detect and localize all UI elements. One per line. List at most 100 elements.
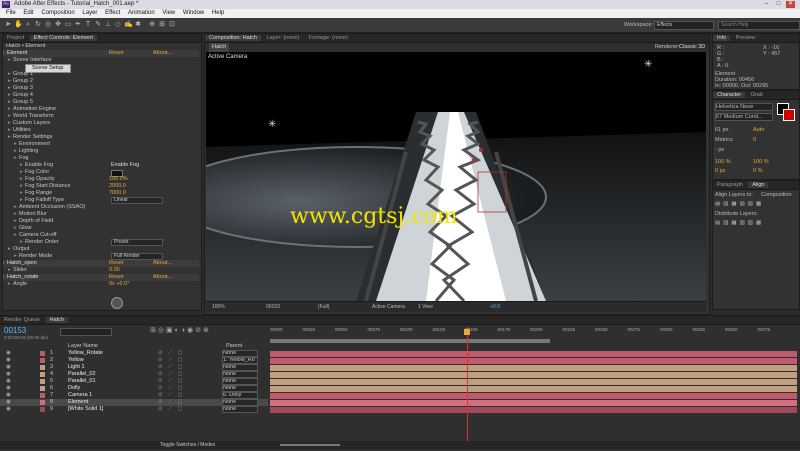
layer-name[interactable]: Yellow xyxy=(68,357,84,364)
effect-row[interactable]: ▸ Element Reset About... xyxy=(3,50,199,57)
layer-duration-bar[interactable] xyxy=(270,400,797,406)
twirl-icon[interactable]: ▸ xyxy=(14,155,17,162)
layer-name[interactable]: Light 1 xyxy=(68,364,85,371)
twirl-icon[interactable]: ▸ xyxy=(8,267,11,274)
font-size-value[interactable]: 61 px xyxy=(715,127,728,133)
effect-row[interactable]: ▸ Motion Blur xyxy=(3,211,199,218)
effect-row[interactable]: ▸ Utilities xyxy=(3,127,199,134)
layer-row[interactable]: ◉ 9 [White Solid 1] ⊘ ⟋ ◻ None xyxy=(0,406,268,413)
label-color-swatch[interactable] xyxy=(40,372,45,377)
timeline-timecode[interactable]: 00153 xyxy=(4,326,26,335)
effect-row[interactable]: ▸ Group 1 xyxy=(3,71,199,78)
twirl-icon[interactable]: ▸ xyxy=(20,169,23,176)
label-color-swatch[interactable] xyxy=(40,351,45,356)
layer-row[interactable]: ◉ 5 Parallel_01 ⊘ ⟋ ◻ None xyxy=(0,378,268,385)
font-style-select[interactable]: 67 Medium Cond... xyxy=(715,113,773,121)
layer-duration-bar[interactable] xyxy=(270,393,797,399)
layer-switches-icon[interactable]: ⊘ ⟋ ◻ xyxy=(158,350,184,357)
twirl-icon[interactable]: ▸ xyxy=(3,260,5,267)
twirl-icon[interactable]: ▸ xyxy=(14,218,17,225)
effect-row[interactable]: ▸ Render Mode Full Render xyxy=(3,253,199,260)
distribute-buttons-icon[interactable]: ▤▥▦▧▨▩ xyxy=(715,220,764,226)
effect-row[interactable]: ▸ Output xyxy=(3,246,199,253)
angle-dial-icon[interactable] xyxy=(111,297,123,309)
rotate-tool-icon[interactable]: ↻ xyxy=(34,21,42,29)
tab-hatch-timeline[interactable]: Hatch xyxy=(45,317,68,323)
horizontal-scale-value[interactable]: 100 % xyxy=(753,159,769,165)
layer-switches-icon[interactable]: ⊘ ⟋ ◻ xyxy=(158,357,184,364)
label-color-swatch[interactable] xyxy=(40,407,45,412)
axis-world-icon[interactable]: ⊞ xyxy=(158,21,166,29)
layer-duration-bar[interactable] xyxy=(270,372,797,378)
twirl-icon[interactable]: ▸ xyxy=(14,253,17,260)
label-color-swatch[interactable] xyxy=(40,386,45,391)
layer-row[interactable]: ◉ 4 Parallel_02 ⊘ ⟋ ◻ None xyxy=(0,371,268,378)
resolution-select[interactable]: (Full) xyxy=(318,304,329,310)
layer-switches-icon[interactable]: ⊘ ⟋ ◻ xyxy=(158,364,184,371)
visibility-icon[interactable]: ◉ xyxy=(6,406,11,413)
menu-composition[interactable]: Composition xyxy=(41,10,74,16)
effect-row[interactable]: ▸ Group 4 xyxy=(3,92,199,99)
layer-row[interactable]: ◉ 8 Element ⊘ ⟋ ◻ None xyxy=(0,399,268,406)
effect-row-dropdown[interactable]: Linear xyxy=(111,197,163,204)
layer-row[interactable]: ◉ 3 Light 1 ⊘ ⟋ ◻ None xyxy=(0,364,268,371)
tab-composition-hatch[interactable]: Composition: Hatch xyxy=(205,35,261,41)
zoom-select[interactable]: 100% xyxy=(212,304,225,310)
effect-row[interactable]: ▸ World Transform xyxy=(3,113,199,120)
label-color-swatch[interactable] xyxy=(40,393,45,398)
tsume-value[interactable]: 0 % xyxy=(753,168,762,174)
effect-row[interactable]: ▸ Fog Color xyxy=(3,169,199,177)
font-family-select[interactable]: Helvetica Neue xyxy=(715,103,773,111)
effect-row[interactable]: Scene Setup xyxy=(3,64,199,73)
menu-view[interactable]: View xyxy=(162,10,175,16)
tab-footage[interactable]: Footage: (none) xyxy=(305,35,352,41)
label-color-swatch[interactable] xyxy=(40,358,45,363)
twirl-icon[interactable]: ▸ xyxy=(14,148,17,155)
tab-render-queue[interactable]: Render Queue xyxy=(0,317,44,323)
tab-info[interactable]: Info xyxy=(713,35,731,41)
about-link[interactable]: About... xyxy=(153,50,172,57)
leading-value[interactable]: Auto xyxy=(753,127,764,133)
effect-row[interactable]: ▸ Angle 0x +0.0° xyxy=(3,281,199,288)
twirl-icon[interactable]: ▸ xyxy=(14,225,17,232)
parent-select[interactable]: None xyxy=(222,385,258,392)
parent-select[interactable]: None xyxy=(222,378,258,385)
visibility-icon[interactable]: ◉ xyxy=(6,357,11,364)
tracking-value[interactable]: 0 xyxy=(753,137,756,143)
twirl-icon[interactable]: ▸ xyxy=(14,204,17,211)
parent-select[interactable]: None xyxy=(222,371,258,378)
effect-row-value[interactable]: Reset xyxy=(109,50,123,57)
stroke-width-value[interactable]: - px xyxy=(715,147,724,153)
tab-project[interactable]: Project xyxy=(3,35,28,41)
effect-row-value[interactable]: Reset xyxy=(109,274,123,281)
parent-select[interactable]: None xyxy=(222,399,258,406)
visibility-icon[interactable]: ◉ xyxy=(6,399,11,406)
twirl-icon[interactable]: ▸ xyxy=(20,176,23,183)
twirl-icon[interactable]: ▸ xyxy=(20,197,23,204)
about-link[interactable]: About... xyxy=(153,274,172,281)
twirl-icon[interactable]: ▸ xyxy=(20,190,23,197)
effect-row[interactable]: ▸ Custom Layers xyxy=(3,120,199,127)
twirl-icon[interactable]: ▸ xyxy=(8,281,11,288)
tab-effect-controls[interactable]: Effect Controls: Element xyxy=(29,35,97,41)
layer-name[interactable]: Yellow_Rotate xyxy=(68,350,103,357)
layer-switches-icon[interactable]: ⊘ ⟋ ◻ xyxy=(158,385,184,392)
align-buttons-icon[interactable]: ▤▥▦▧▨▩ xyxy=(715,201,764,207)
workspace-select[interactable]: Effects xyxy=(654,21,714,30)
effect-row-value[interactable]: Reset xyxy=(109,260,123,267)
layer-switches-icon[interactable]: ⊘ ⟋ ◻ xyxy=(158,371,184,378)
viewer-timecode[interactable]: 00153 xyxy=(266,304,280,310)
layer-name[interactable]: Dolly xyxy=(68,385,80,392)
parent-select[interactable]: None xyxy=(222,364,258,371)
minimize-icon[interactable]: – xyxy=(762,1,771,8)
brush-tool-icon[interactable]: ✎ xyxy=(94,21,102,29)
twirl-icon[interactable]: ▸ xyxy=(14,211,17,218)
menu-layer[interactable]: Layer xyxy=(82,10,97,16)
renderer-value[interactable]: Classic 3D xyxy=(679,43,705,52)
visibility-icon[interactable]: ◉ xyxy=(6,392,11,399)
clone-stamp-tool-icon[interactable]: ⊥ xyxy=(104,21,112,29)
layer-name[interactable]: Camera 1 xyxy=(68,392,92,399)
pen-tool-icon[interactable]: ✒ xyxy=(74,21,82,29)
twirl-icon[interactable]: ▸ xyxy=(8,134,11,141)
puppet-tool-icon[interactable]: ✱ xyxy=(134,21,142,29)
